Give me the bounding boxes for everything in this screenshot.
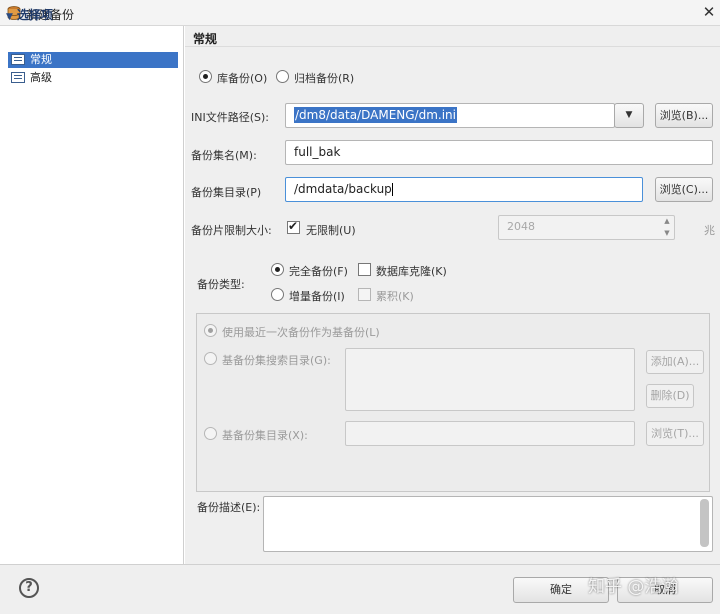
search-dir-list[interactable]	[345, 348, 635, 411]
db-backup-label[interactable]: 库备份(O)	[217, 70, 267, 86]
nav-header[interactable]: ▼ 选择项	[6, 6, 53, 23]
unlimited-checkbox[interactable]	[287, 219, 300, 234]
use-latest-base-radio[interactable]	[204, 324, 217, 337]
ini-path-label: INI文件路径(S):	[191, 111, 269, 124]
use-latest-base-label: 使用最近一次备份作为基备份(L)	[222, 326, 380, 339]
settings-page-icon	[11, 72, 25, 83]
db-clone-label[interactable]: 数据库克隆(K)	[376, 263, 447, 279]
sidebar-item-label: 高级	[30, 71, 52, 84]
help-icon[interactable]: ?	[19, 578, 39, 598]
sidebar-item-advanced[interactable]: 高级	[8, 70, 178, 86]
incremental-backup-label[interactable]: 增量备份(I)	[289, 288, 345, 304]
search-dir-radio[interactable]	[204, 352, 217, 365]
cumulative-label: 累积(K)	[376, 290, 414, 303]
backup-name-input[interactable]: full_bak	[285, 140, 713, 165]
description-label: 备份描述(E):	[197, 501, 261, 514]
full-backup-radio[interactable]	[271, 263, 284, 276]
settings-page-icon	[11, 54, 25, 65]
nav-header-label: 选择项	[16, 8, 53, 22]
collapse-triangle-icon[interactable]: ▼	[6, 12, 13, 22]
base-dir-browse-button[interactable]: 浏览(T)...	[646, 421, 704, 446]
close-button[interactable]: ✕	[700, 3, 718, 21]
backup-dir-browse-button[interactable]: 浏览(C)...	[655, 177, 713, 202]
text-cursor	[391, 183, 393, 196]
backup-dir-label: 备份集目录(P)	[191, 186, 262, 199]
archive-backup-label[interactable]: 归档备份(R)	[294, 70, 354, 86]
archive-backup-radio[interactable]	[276, 70, 289, 83]
base-dir-radio[interactable]	[204, 427, 217, 440]
sidebar-item-label: 常规	[30, 53, 52, 66]
chevron-down-icon[interactable]: ▼	[614, 103, 644, 128]
base-dir-label: 基备份集目录(X):	[222, 429, 308, 442]
spin-down-icon[interactable]: ▼	[660, 228, 674, 239]
ini-path-value[interactable]: /dm8/data/DAMENG/dm.ini	[294, 107, 457, 123]
full-backup-label[interactable]: 完全备份(F)	[289, 263, 348, 279]
ini-path-combo[interactable]: /dm8/data/DAMENG/dm.ini	[285, 103, 615, 128]
backup-type-label: 备份类型:	[197, 278, 245, 291]
scrollbar-thumb[interactable]	[700, 499, 709, 547]
incremental-backup-radio[interactable]	[271, 288, 284, 301]
unlimited-label[interactable]: 无限制(U)	[306, 222, 356, 238]
add-dir-button[interactable]: 添加(A)...	[646, 350, 704, 374]
description-textarea[interactable]	[263, 496, 713, 552]
ini-browse-button[interactable]: 浏览(B)...	[655, 103, 713, 128]
search-dir-label: 基备份集搜索目录(G):	[222, 354, 331, 367]
watermark: 知乎 @浩瀚	[588, 577, 679, 597]
base-dir-input[interactable]	[345, 421, 635, 446]
backup-dir-input[interactable]: /dmdata/backup	[285, 177, 643, 202]
backup-name-label: 备份集名(M):	[191, 149, 257, 162]
backup-dir-value[interactable]: /dmdata/backup	[294, 182, 392, 196]
piece-limit-label: 备份片限制大小:	[191, 224, 272, 237]
panel-title: 常规	[193, 32, 218, 46]
piece-size-unit: 兆	[704, 224, 715, 237]
title-bar	[0, 0, 720, 26]
delete-dir-button[interactable]: 删除(D)	[646, 384, 694, 408]
spin-up-icon[interactable]: ▲	[660, 216, 674, 227]
divider	[185, 46, 720, 47]
sidebar-item-general[interactable]: 常规	[8, 52, 178, 68]
options-sidebar	[0, 26, 184, 564]
piece-size-spinner[interactable]: 2048	[498, 215, 675, 240]
db-backup-radio[interactable]	[199, 70, 212, 83]
db-clone-checkbox[interactable]	[358, 263, 371, 276]
cumulative-checkbox[interactable]	[358, 288, 371, 301]
